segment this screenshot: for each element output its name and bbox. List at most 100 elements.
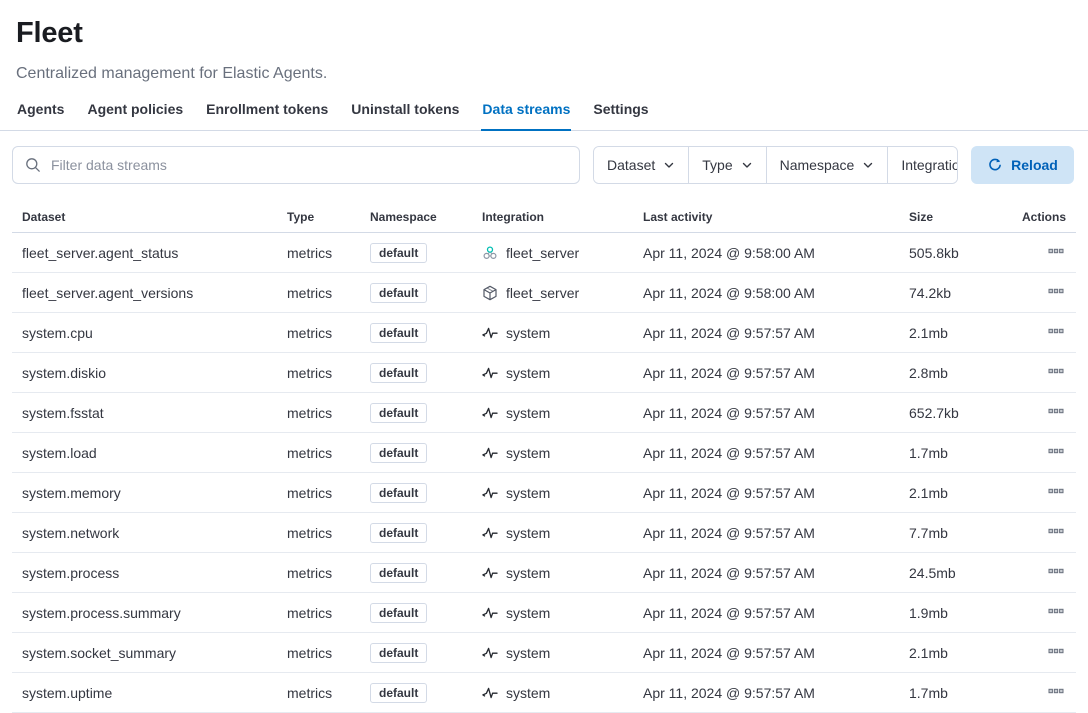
integration-cell: system [472, 633, 633, 673]
pulse-icon [482, 605, 498, 621]
actions-cell [989, 473, 1076, 513]
dataset-cell: system.cpu [12, 313, 277, 353]
filter-type-dropdown[interactable]: Type [688, 147, 765, 183]
row-actions-button[interactable] [1046, 561, 1066, 584]
type-cell: metrics [277, 433, 360, 473]
last-activity-cell: Apr 11, 2024 @ 9:58:00 AM [633, 273, 899, 313]
size-cell: 7.7mb [899, 513, 989, 553]
type-cell: metrics [277, 393, 360, 433]
actions-cell [989, 313, 1076, 353]
last-activity-cell: Apr 11, 2024 @ 9:57:57 AM [633, 553, 899, 593]
size-cell: 2.1mb [899, 633, 989, 673]
type-cell: metrics [277, 353, 360, 393]
table-row: system.process.summary metrics default s… [12, 593, 1076, 633]
reload-button[interactable]: Reload [971, 146, 1074, 184]
namespace-cell: default [360, 593, 472, 633]
boxes-horizontal-icon [1048, 283, 1064, 299]
last-activity-cell: Apr 11, 2024 @ 9:57:57 AM [633, 593, 899, 633]
namespace-cell: default [360, 313, 472, 353]
integration-name: system [506, 483, 550, 503]
tab-bar: Agents Agent policies Enrollment tokens … [0, 100, 1088, 131]
integration-cell: system [472, 353, 633, 393]
dataset-cell: system.uptime [12, 673, 277, 713]
tab-enrollment-tokens[interactable]: Enrollment tokens [205, 100, 329, 131]
size-cell: 24.5mb [899, 553, 989, 593]
last-activity-cell: Apr 11, 2024 @ 9:57:57 AM [633, 673, 899, 713]
integration-name: system [506, 683, 550, 703]
boxes-horizontal-icon [1048, 523, 1064, 539]
tab-data-streams[interactable]: Data streams [481, 100, 571, 131]
filter-namespace-dropdown[interactable]: Namespace [766, 147, 888, 183]
column-header-integration[interactable]: Integration [472, 201, 633, 233]
row-actions-button[interactable] [1046, 681, 1066, 704]
tab-agent-policies[interactable]: Agent policies [86, 100, 184, 131]
namespace-cell: default [360, 673, 472, 713]
dataset-cell: system.socket_summary [12, 633, 277, 673]
column-header-type[interactable]: Type [277, 201, 360, 233]
table-row: system.load metrics default system Apr 1… [12, 433, 1076, 473]
row-actions-button[interactable] [1046, 241, 1066, 264]
filter-integration-dropdown[interactable]: Integration [887, 147, 958, 183]
integration-cell: system [472, 393, 633, 433]
last-activity-cell: Apr 11, 2024 @ 9:57:57 AM [633, 513, 899, 553]
namespace-cell: default [360, 633, 472, 673]
column-header-namespace[interactable]: Namespace [360, 201, 472, 233]
integration-name: system [506, 403, 550, 423]
table-row: system.socket_summary metrics default sy… [12, 633, 1076, 673]
integration-cell: fleet_server [472, 233, 633, 273]
row-actions-button[interactable] [1046, 481, 1066, 504]
pulse-icon [482, 645, 498, 661]
boxes-horizontal-icon [1048, 603, 1064, 619]
type-cell: metrics [277, 313, 360, 353]
reload-label: Reload [1011, 157, 1058, 173]
column-header-dataset[interactable]: Dataset [12, 201, 277, 233]
row-actions-button[interactable] [1046, 441, 1066, 464]
integration-cell: system [472, 593, 633, 633]
type-cell: metrics [277, 273, 360, 313]
namespace-cell: default [360, 513, 472, 553]
actions-cell [989, 513, 1076, 553]
namespace-badge: default [370, 403, 427, 423]
row-actions-button[interactable] [1046, 321, 1066, 344]
filter-namespace-label: Namespace [780, 157, 855, 173]
column-header-size[interactable]: Size [899, 201, 989, 233]
dataset-cell: system.load [12, 433, 277, 473]
namespace-cell: default [360, 353, 472, 393]
table-row: system.fsstat metrics default system Apr… [12, 393, 1076, 433]
dataset-cell: system.fsstat [12, 393, 277, 433]
row-actions-button[interactable] [1046, 521, 1066, 544]
search-field[interactable] [12, 146, 580, 184]
filter-group: Dataset Type Namespace Integration [593, 146, 958, 184]
boxes-horizontal-icon [1048, 443, 1064, 459]
column-header-last-activity[interactable]: Last activity [633, 201, 899, 233]
tab-settings[interactable]: Settings [592, 100, 649, 131]
integration-name: fleet_server [506, 243, 579, 263]
type-cell: metrics [277, 513, 360, 553]
toolbar: Dataset Type Namespace Integration Reloa… [0, 131, 1088, 184]
tab-uninstall-tokens[interactable]: Uninstall tokens [350, 100, 460, 131]
dataset-cell: fleet_server.agent_versions [12, 273, 277, 313]
row-actions-button[interactable] [1046, 361, 1066, 384]
boxes-horizontal-icon [1048, 243, 1064, 259]
row-actions-button[interactable] [1046, 601, 1066, 624]
page-title: Fleet [16, 16, 1072, 50]
namespace-cell: default [360, 553, 472, 593]
boxes-horizontal-icon [1048, 403, 1064, 419]
namespace-cell: default [360, 273, 472, 313]
boxes-horizontal-icon [1048, 323, 1064, 339]
size-cell: 2.1mb [899, 473, 989, 513]
search-input[interactable] [49, 156, 567, 174]
row-actions-button[interactable] [1046, 641, 1066, 664]
row-actions-button[interactable] [1046, 281, 1066, 304]
namespace-badge: default [370, 323, 427, 343]
filter-dataset-dropdown[interactable]: Dataset [594, 147, 688, 183]
namespace-badge: default [370, 363, 427, 383]
actions-cell [989, 633, 1076, 673]
integration-cell: system [472, 553, 633, 593]
namespace-badge: default [370, 683, 427, 703]
tab-agents[interactable]: Agents [16, 100, 65, 131]
actions-cell [989, 273, 1076, 313]
last-activity-cell: Apr 11, 2024 @ 9:57:57 AM [633, 473, 899, 513]
row-actions-button[interactable] [1046, 401, 1066, 424]
table-row: fleet_server.agent_versions metrics defa… [12, 273, 1076, 313]
